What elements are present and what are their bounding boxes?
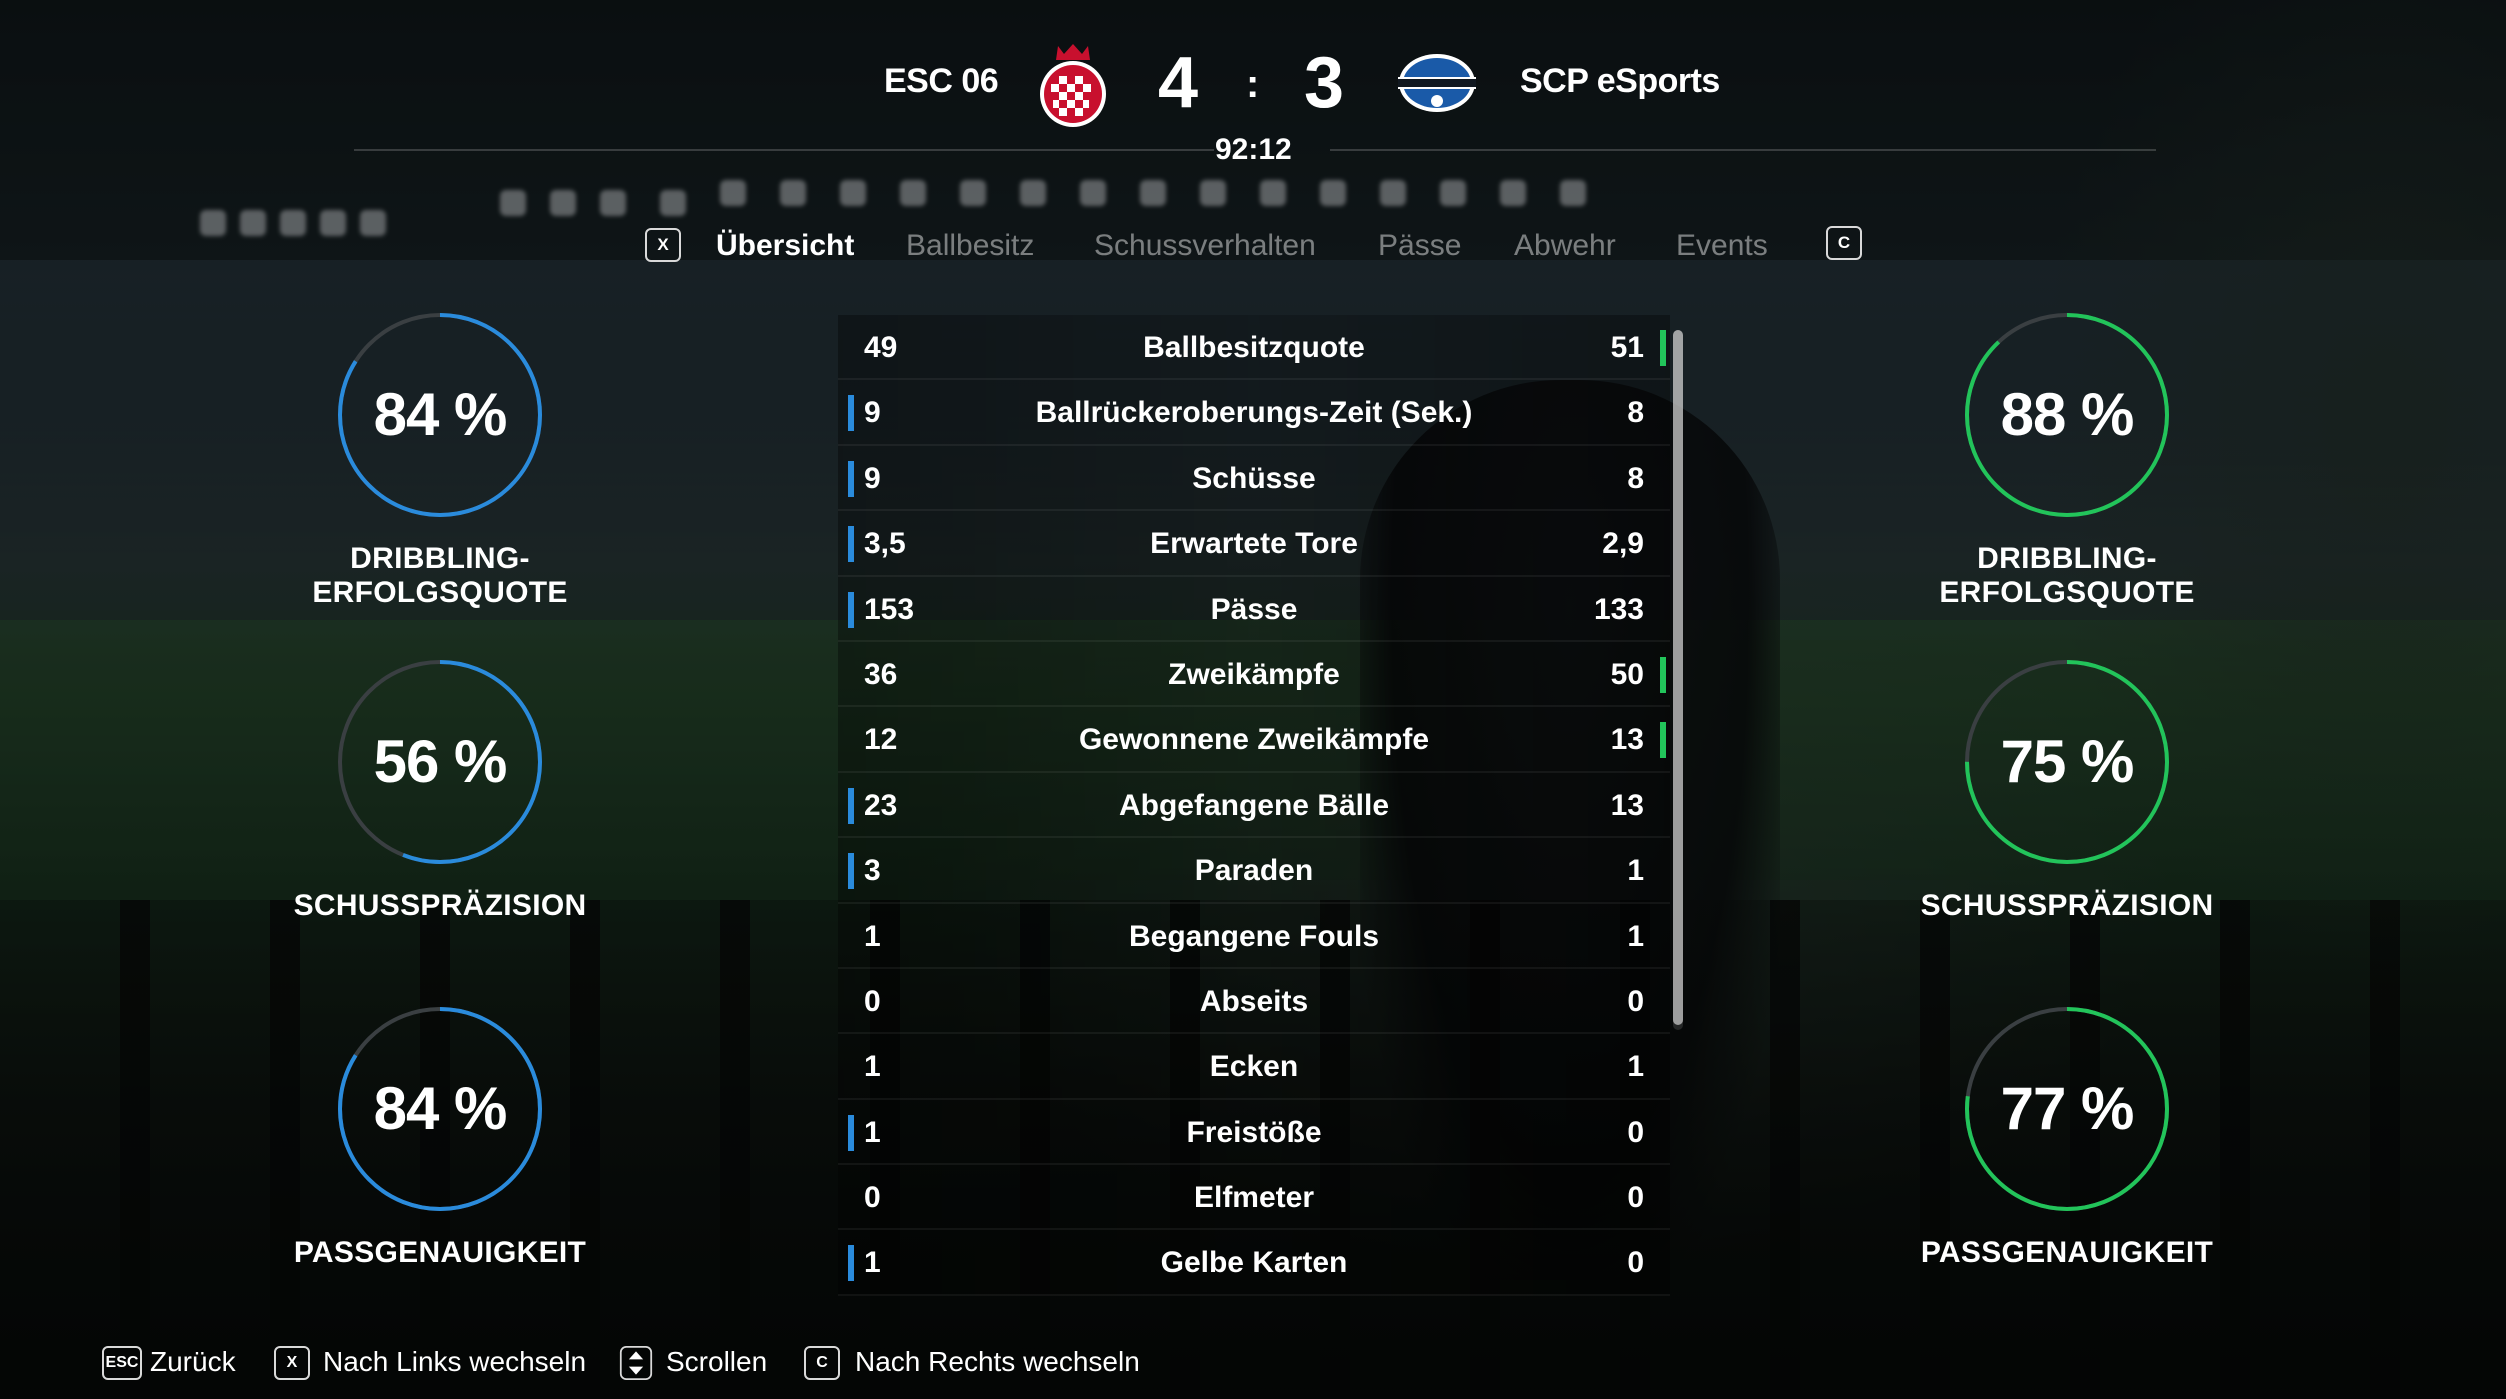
stat-away-value: 8 [1627, 461, 1644, 495]
stat-name: Elfmeter [1193, 1181, 1315, 1215]
stat-row-fouls: 1 Begangene Fouls 1 [838, 903, 1670, 969]
away-leader-bar [1660, 330, 1666, 366]
stat-name: Paraden [1194, 854, 1314, 888]
home-team-name: ESC 06 [884, 62, 999, 100]
home-pass-accuracy-label: PASSGENAUIGKEIT [293, 1236, 587, 1269]
stat-name: Begangene Fouls [1128, 919, 1380, 953]
away-score: 3 [1304, 43, 1345, 123]
c-key-icon: C [804, 1346, 840, 1380]
stat-row-free-kicks: 1 Freistöße 0 [838, 1099, 1670, 1166]
away-team-name: SCP eSports [1520, 62, 1720, 100]
away-dribbling-label: DRIBBLING-ERFOLGSQUOTE [1939, 542, 2195, 609]
home-ring-pass-accuracy: 84 % PASSGENAUIGKEIT [230, 1004, 650, 1270]
score-separator: : [1246, 62, 1260, 106]
stat-row-offsides: 0 Abseits 0 [838, 968, 1670, 1035]
stat-away-value: 50 [1610, 657, 1644, 691]
stat-row-interceptions: 23 Abgefangene Bälle 13 [838, 772, 1670, 839]
away-pass-accuracy-value: 77 % [2000, 1075, 2135, 1142]
away-ring-dribbling: 88 % DRIBBLING-ERFOLGSQUOTE [1857, 310, 2277, 610]
stat-row-corners: 1 Ecken 1 [838, 1034, 1670, 1100]
stat-away-value: 0 [1627, 1115, 1644, 1149]
home-shot-accuracy-value: 56 % [373, 728, 508, 795]
esc-key-icon: ESC [102, 1346, 142, 1380]
stat-away-value: 133 [1593, 592, 1644, 626]
home-team-crest-icon [1040, 44, 1106, 127]
switch-left-button[interactable]: Nach Links wechseln [323, 1342, 586, 1382]
away-shot-accuracy-value: 75 % [2000, 728, 2135, 795]
stat-name: Zweikämpfe [1168, 657, 1340, 691]
stat-name: Gewonnene Zweikämpfe [1078, 723, 1430, 757]
tab-passes[interactable]: Pässe [1378, 224, 1461, 268]
header-divider-right [1330, 149, 2156, 151]
stat-name: Gelbe Karten [1160, 1246, 1348, 1280]
stat-name: Pässe [1210, 592, 1298, 626]
stat-name: Ballrückeroberungs-Zeit (Sek.) [1035, 396, 1473, 430]
x-key-icon: X [274, 1346, 310, 1380]
home-score: 4 [1158, 43, 1199, 123]
tab-next-key-hint[interactable]: C [1826, 226, 1862, 260]
stat-row-duels-won: 12 Gewonnene Zweikämpfe 13 [838, 707, 1670, 773]
stat-row-possession: 49 Ballbesitzquote 51 [838, 315, 1670, 381]
stat-away-value: 13 [1610, 788, 1644, 822]
stat-row-passes: 153 Pässe 133 [838, 576, 1670, 642]
away-pass-accuracy-label: PASSGENAUIGKEIT [1920, 1236, 2214, 1269]
tab-prev-key-hint[interactable]: X [645, 228, 681, 262]
tab-overview[interactable]: Übersicht [716, 224, 854, 268]
home-pass-accuracy-value: 84 % [373, 1075, 508, 1142]
away-leader-bar [1660, 722, 1666, 759]
stat-row-recovery-time: 9 Ballrückeroberungs-Zeit (Sek.) 8 [838, 380, 1670, 446]
tab-defense[interactable]: Abwehr [1514, 224, 1616, 268]
stat-row-duels: 36 Zweikämpfe 50 [838, 641, 1670, 708]
stat-name: Freistöße [1186, 1115, 1322, 1149]
home-dribbling-label: DRIBBLING-ERFOLGSQUOTE [312, 542, 568, 609]
stat-away-value: 1 [1627, 919, 1644, 953]
stat-away-value: 0 [1627, 1181, 1644, 1215]
stat-away-value: 1 [1627, 854, 1644, 888]
tab-events[interactable]: Events [1676, 224, 1768, 268]
stat-name: Abgefangene Bälle [1118, 788, 1390, 822]
home-ring-shot-accuracy: 56 % SCHUSSPRÄZISION [230, 657, 650, 923]
scoreboard: ESC 06 4 : 3 SCP eSports 92:12 [0, 0, 2506, 170]
stat-away-value: 1 [1627, 1050, 1644, 1084]
switch-right-button[interactable]: Nach Rechts wechseln [855, 1342, 1140, 1382]
controls-footer: ESC Zurück X Nach Links wechseln Scrolle… [0, 1342, 2506, 1386]
stat-away-value: 2,9 [1602, 527, 1644, 561]
stat-row-shots: 9 Schüsse 8 [838, 445, 1670, 512]
stat-away-value: 13 [1610, 723, 1644, 757]
away-leader-bar [1660, 656, 1666, 693]
away-dribbling-value: 88 % [2000, 381, 2135, 448]
tab-shooting[interactable]: Schussverhalten [1094, 224, 1316, 268]
away-ring-pass-accuracy: 77 % PASSGENAUIGKEIT [1857, 1004, 2277, 1270]
stat-away-value: 51 [1610, 331, 1644, 364]
stat-row-saves: 3 Paraden 1 [838, 838, 1670, 904]
away-team-crest-icon [1398, 54, 1476, 112]
stat-name: Schüsse [1192, 461, 1316, 495]
stat-away-value: 0 [1627, 1246, 1644, 1280]
home-ring-dribbling: 84 % DRIBBLING-ERFOLGSQUOTE [230, 310, 650, 610]
stats-table: 49 Ballbesitzquote 51 9 Ballrückeroberungs-… [838, 315, 1670, 1296]
stat-away-value: 8 [1627, 396, 1644, 430]
home-shot-accuracy-label: SCHUSSPRÄZISION [293, 889, 587, 922]
stat-name: Ecken [1209, 1050, 1299, 1084]
stats-tab-bar: X Übersicht Ballbesitz Schussverhalten P… [0, 224, 2506, 268]
scroll-control[interactable]: Scrollen [666, 1342, 767, 1382]
match-clock: 92:12 [1215, 133, 1292, 166]
tab-possession[interactable]: Ballbesitz [906, 224, 1034, 268]
up-down-arrows-icon [619, 1346, 653, 1380]
stat-away-value: 0 [1627, 984, 1644, 1018]
stat-name: Ballbesitzquote [1143, 331, 1365, 364]
stat-row-penalties: 0 Elfmeter 0 [838, 1165, 1670, 1231]
stats-scrollbar[interactable] [1673, 330, 1683, 1030]
header-divider-left [354, 149, 1214, 151]
away-ring-shot-accuracy: 75 % SCHUSSPRÄZISION [1857, 657, 2277, 923]
back-button[interactable]: Zurück [150, 1342, 236, 1382]
stat-row-expected-goals: 3,5 Erwartete Tore 2,9 [838, 511, 1670, 577]
stats-scrollbar-thumb[interactable] [1673, 330, 1683, 1025]
home-dribbling-value: 84 % [373, 381, 508, 448]
away-shot-accuracy-label: SCHUSSPRÄZISION [1920, 889, 2214, 922]
stat-name: Abseits [1199, 984, 1309, 1018]
stat-row-yellow-cards: 1 Gelbe Karten 0 [838, 1230, 1670, 1296]
stat-name: Erwartete Tore [1150, 527, 1358, 561]
